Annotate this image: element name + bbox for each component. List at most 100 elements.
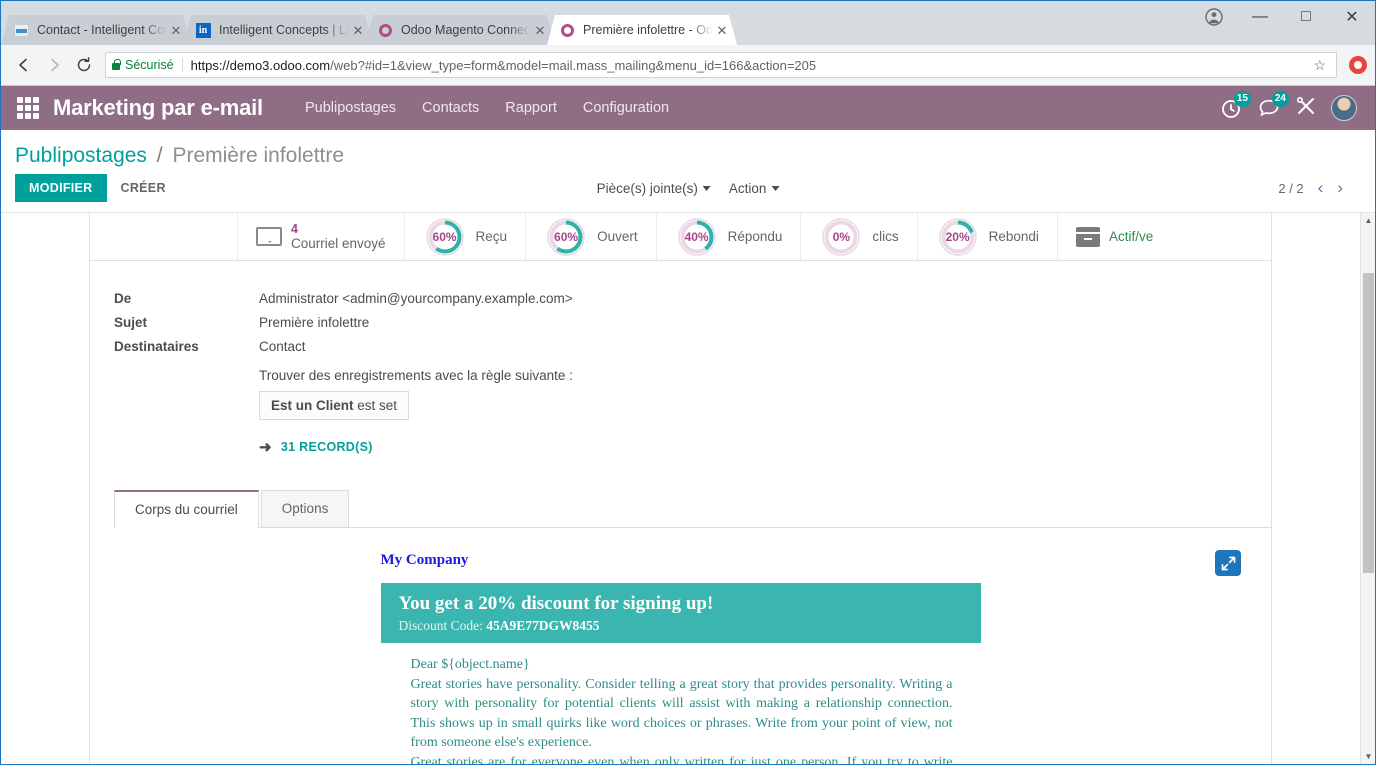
site-security-indicator: Sécurisé (112, 58, 183, 72)
field-label: Destinataires (114, 339, 199, 354)
tab-title: Première infolettre - Odo (583, 23, 713, 37)
email-promo-banner: You get a 20% discount for signing up! D… (380, 583, 981, 643)
browser-tab-1[interactable]: Contact - Intelligent Con ✕ (1, 15, 191, 45)
forward-button[interactable] (39, 50, 69, 80)
close-icon[interactable]: ✕ (713, 21, 731, 39)
stat-active-toggle[interactable]: Actif/ve (1058, 213, 1171, 260)
messages-icon[interactable]: 24 (1257, 91, 1289, 120)
bookmark-star-icon[interactable]: ☆ (1309, 57, 1330, 74)
arrow-right-icon: ➜ (259, 439, 272, 456)
browser-toolbar: Sécurisé https://demo3.odoo.com/web?#id=… (1, 45, 1375, 86)
action-dropdown[interactable]: Action (729, 181, 780, 196)
promo-code-value: 45A9E77DGW8455 (486, 617, 600, 633)
menu-item-contacts[interactable]: Contacts (422, 100, 479, 116)
expand-arrows-icon[interactable] (1215, 550, 1241, 576)
stat-label: Rebondi (988, 228, 1039, 244)
extension-icon[interactable] (1349, 56, 1367, 74)
scrollbar-thumb[interactable] (1363, 273, 1374, 573)
browser-window: Contact - Intelligent Con ✕ in Intellige… (0, 0, 1376, 765)
promo-code-line: Discount Code: 45A9E77DGW8455 (399, 618, 963, 634)
stat-label: clics (872, 228, 899, 244)
stat-opened[interactable]: 60% Ouvert (526, 213, 657, 260)
next-record-button[interactable]: › (1337, 178, 1343, 198)
promo-code-label: Discount Code: (398, 617, 483, 633)
record-pager: 2 / 2 ‹ › (1278, 178, 1361, 198)
stat-received[interactable]: 60% Reçu (405, 213, 527, 260)
browser-tab-3[interactable]: Odoo Magento Connecto ✕ (365, 15, 555, 45)
breadcrumb-separator: / (156, 144, 163, 167)
security-label: Sécurisé (125, 58, 174, 72)
control-panel: Publipostages / Première infolettre MODI… (1, 130, 1375, 212)
statistics-bar: 4 Courriel envoyé 60% Reçu 60% Ouvert 40… (90, 213, 1271, 261)
stat-bounced[interactable]: 20% Rebondi (918, 213, 1058, 260)
browser-tabstrip: Contact - Intelligent Con ✕ in Intellige… (1, 1, 1375, 45)
create-button[interactable]: CRÉER (121, 181, 166, 195)
pager-count: 2 / 2 (1278, 180, 1304, 196)
field-row-recipients: Destinataires Contact (114, 339, 1247, 354)
stat-replied[interactable]: 40% Répondu (657, 213, 802, 260)
field-value-from: Administrator <admin@yourcompany.example… (259, 291, 573, 306)
menu-item-rapport[interactable]: Rapport (505, 100, 557, 116)
apps-menu-icon[interactable] (17, 97, 39, 119)
stat-value: 4 (291, 222, 298, 237)
status-badge: Actif/ve (1108, 229, 1154, 244)
archive-icon (1075, 226, 1100, 247)
close-icon[interactable]: ✕ (531, 21, 549, 39)
gauge-opened: 60% (544, 215, 588, 259)
close-window-button[interactable]: ✕ (1329, 1, 1375, 33)
domain-rule-chip[interactable]: Est un Client est set (259, 391, 410, 420)
address-bar[interactable]: Sécurisé https://demo3.odoo.com/web?#id=… (105, 52, 1337, 78)
records-count-link[interactable]: ➜ 31 RECORD(S) (259, 438, 1247, 456)
odoo-navbar-right: 15 24 (1219, 91, 1363, 122)
wrench-screwdriver-icon[interactable] (1295, 95, 1317, 122)
content-scrollbar[interactable]: ▲ ▼ (1360, 213, 1375, 764)
edit-button[interactable]: MODIFIER (15, 174, 107, 202)
contact-icon (13, 22, 29, 38)
field-label: Sujet (114, 315, 148, 330)
activities-icon[interactable]: 15 (1219, 91, 1251, 120)
breadcrumb: Publipostages / Première infolettre (15, 130, 1361, 174)
breadcrumb-parent[interactable]: Publipostages (15, 144, 147, 167)
tab-title: Odoo Magento Connecto (401, 23, 531, 37)
form-sheet: 4 Courriel envoyé 60% Reçu 60% Ouvert 40… (89, 213, 1272, 764)
menu-item-configuration[interactable]: Configuration (583, 100, 669, 116)
odoo-navbar: Marketing par e-mail Publipostages Conta… (1, 86, 1375, 130)
domain-note: Trouver des enregistrements avec la règl… (259, 368, 573, 383)
messages-badge: 24 (1271, 91, 1289, 107)
stat-label: Reçu (475, 228, 508, 244)
reload-button[interactable] (69, 50, 99, 80)
previous-record-button[interactable]: ‹ (1318, 178, 1324, 198)
form-scroll-area: 4 Courriel envoyé 60% Reçu 60% Ouvert 40… (1, 212, 1375, 764)
close-icon[interactable]: ✕ (167, 21, 185, 39)
scroll-down-arrow-icon[interactable]: ▼ (1361, 749, 1375, 764)
user-avatar[interactable] (1331, 95, 1357, 121)
minimize-button[interactable]: — (1237, 1, 1283, 33)
form-fields: De Administrator <admin@yourcompany.exam… (90, 261, 1271, 466)
tab-corps-du-courriel[interactable]: Corps du courriel (114, 490, 259, 528)
stat-clicks[interactable]: 0% clics (801, 213, 918, 260)
browser-tab-2[interactable]: in Intelligent Concepts | Lin ✕ (183, 15, 373, 45)
tab-options[interactable]: Options (260, 490, 350, 527)
browser-tab-4-active[interactable]: Première infolettre - Odo ✕ (547, 15, 737, 45)
stat-emails-sent[interactable]: 4 Courriel envoyé (238, 213, 405, 260)
field-row-subject: Sujet Première infolettre (114, 315, 1247, 330)
email-greeting: Dear ${object.name} (410, 656, 530, 672)
url-path: /web?#id=1&view_type=form&model=mail.mas… (330, 57, 817, 73)
scroll-up-arrow-icon[interactable]: ▲ (1361, 213, 1375, 228)
stat-label: Ouvert (597, 228, 638, 244)
back-button[interactable] (9, 50, 39, 80)
attachments-dropdown[interactable]: Pièce(s) jointe(s) (597, 181, 711, 196)
close-icon[interactable]: ✕ (349, 21, 367, 39)
maximize-button[interactable]: □ (1283, 1, 1329, 33)
promo-headline: You get a 20% discount for signing up! (398, 593, 714, 614)
url-text: https://demo3.odoo.com/web?#id=1&view_ty… (191, 58, 816, 73)
page-viewport: Marketing par e-mail Publipostages Conta… (1, 86, 1375, 764)
linkedin-icon: in (195, 22, 211, 38)
profile-icon[interactable] (1191, 1, 1237, 33)
menu-item-publipostages[interactable]: Publipostages (305, 100, 396, 116)
activities-badge: 15 (1233, 91, 1251, 107)
gauge-value: 20% (945, 229, 970, 244)
gauge-value: 0% (832, 229, 851, 244)
action-label: Action (728, 180, 767, 196)
tab-title: Intelligent Concepts | Lin (219, 23, 349, 37)
